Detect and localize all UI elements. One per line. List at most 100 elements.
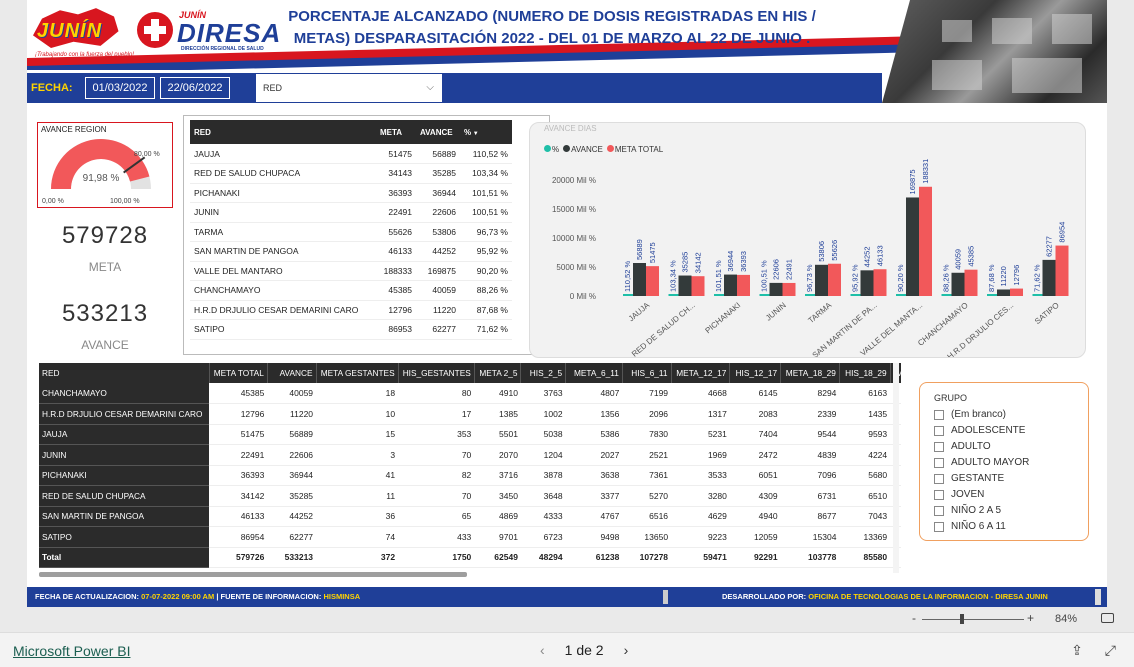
col-header-pct[interactable]: % ▼ <box>460 120 512 144</box>
share-icon[interactable]: ⇪ <box>1071 642 1083 659</box>
fit-to-page-icon[interactable] <box>1101 613 1114 623</box>
table-row[interactable]: SATIPO 86953 62277 71,62 % <box>190 319 512 340</box>
grupo-option[interactable]: (Em branco) <box>934 409 1006 420</box>
table-cell: 36393 <box>209 465 268 486</box>
table-row[interactable]: VALLE DEL MANTARO 188333 169875 90,20 % <box>190 261 512 281</box>
col-header[interactable]: HIS_12_17 <box>729 363 782 383</box>
checkbox-icon[interactable] <box>934 441 944 452</box>
table-cell: 6510 <box>839 485 891 507</box>
cell-pct: 101,51 % <box>460 183 512 203</box>
checkbox-icon[interactable] <box>934 521 944 532</box>
table-row[interactable]: JUNIN 22491 22606 100,51 % <box>190 202 512 223</box>
table-cell: 80 <box>398 383 475 404</box>
table-cell: 40059 <box>267 383 317 404</box>
checkbox-icon[interactable] <box>934 505 944 516</box>
col-header[interactable]: META_18_29 <box>780 363 840 383</box>
col-header-red[interactable]: RED <box>190 120 376 144</box>
diresa-logo: JUNÍN DIRESA DIRECCIÓN REGIONAL DE SALUD <box>137 10 280 58</box>
col-header[interactable]: RED <box>39 363 210 383</box>
previous-page-icon[interactable]: ‹ <box>540 642 545 658</box>
table-cell: 353 <box>398 424 475 445</box>
grupo-option[interactable]: NIÑO 6 A 11 <box>934 521 1006 532</box>
table-row[interactable]: JUNIN 22491 22606 3 70 2070 1204 2027 2521 1969 24… <box>39 444 901 466</box>
table-cell: 46133 <box>209 506 268 527</box>
table-cell: 2472 <box>729 444 781 466</box>
table-cell: 3878 <box>520 465 566 486</box>
table-cell: 15304 <box>780 526 840 548</box>
col-header[interactable]: META 2_5 <box>474 363 522 383</box>
detail-table-vertical-scrollbar[interactable] <box>893 363 899 573</box>
col-header[interactable]: META_12_17 <box>671 363 731 383</box>
data-label-pct: 87,68 % <box>987 264 996 292</box>
table-cell: 8677 <box>780 506 840 527</box>
col-header[interactable]: AVANCE <box>267 363 317 383</box>
total-cell: 62549 <box>474 546 521 568</box>
red-dropdown[interactable]: RED ⌵ <box>256 74 442 102</box>
table-row[interactable]: H.R.D DRJULIO CESAR DEMARINI CARO 12796 11… <box>190 300 512 320</box>
table-cell: 70 <box>398 485 475 507</box>
fullscreen-icon[interactable]: ⤢ <box>1105 642 1116 659</box>
table-row[interactable]: JAUJA 51475 56889 15 353 5501 5038 5386 7830 5231… <box>39 424 901 445</box>
date-from-input[interactable]: 01/03/2022 <box>85 77 155 99</box>
grupo-option-label: GESTANTE <box>951 473 1005 484</box>
table-cell: 7199 <box>622 383 672 404</box>
table-row[interactable]: CHANCHAMAYO 45385 40059 88,26 % <box>190 280 512 301</box>
gauge-target-label: 80,00 % <box>134 151 160 158</box>
grupo-option[interactable]: ADULTO MAYOR <box>934 457 1029 468</box>
table-row[interactable]: JAUJA 51475 56889 110,52 % <box>190 144 512 164</box>
table-row[interactable]: SATIPO 86954 62277 74 433 9701 6723 9498 13650 92… <box>39 526 901 548</box>
checkbox-icon[interactable] <box>934 409 944 420</box>
detail-table-horizontal-scrollbar[interactable] <box>39 572 467 577</box>
zoom-slider-thumb[interactable] <box>960 614 964 624</box>
table-row[interactable]: H.R.D DRJULIO CESAR DEMARINI CARO 12796 11… <box>39 403 901 425</box>
col-header[interactable]: HIS_2_5 <box>520 363 567 383</box>
zoom-out-button[interactable]: - <box>912 611 916 625</box>
table-row[interactable]: SAN MARTIN DE PANGOA 46133 44252 95,92 % <box>190 241 512 262</box>
table-row[interactable]: TARMA 55626 53806 96,73 % <box>190 222 512 242</box>
checkbox-icon[interactable] <box>934 473 944 484</box>
checkbox-icon[interactable] <box>934 457 944 468</box>
footer-scroll-handle[interactable] <box>663 590 668 604</box>
table-cell: 3450 <box>474 485 521 507</box>
data-label-pct: 103,34 % <box>669 260 678 292</box>
data-label-meta-total: 12796 <box>1012 265 1021 286</box>
data-label-avance: 11220 <box>999 266 1008 286</box>
table-row[interactable]: RED DE SALUD CHUPACA 34142 35285 11 70 3450 36… <box>39 485 901 507</box>
footer-scroll-handle-right[interactable] <box>1095 589 1101 605</box>
cell-red: VALLE DEL MANTARO <box>190 261 376 281</box>
col-header-meta[interactable]: META <box>376 120 416 144</box>
table-cell: 2096 <box>622 403 672 425</box>
table-row[interactable]: SAN MARTIN DE PANGOA 46133 44252 36 65 4869 43… <box>39 506 901 527</box>
table-row[interactable]: CHANCHAMAYO 45385 40059 18 80 4910 3763 4807 719… <box>39 383 901 404</box>
table-cell: 3 <box>316 444 399 466</box>
grupo-slicer: GRUPO (Em branco) ADOLESCENTE ADULTO ADULTO… <box>919 382 1089 541</box>
grupo-option[interactable]: GESTANTE <box>934 473 1004 484</box>
col-header[interactable]: META GESTANTES <box>316 363 399 383</box>
powerbi-link[interactable]: Microsoft Power BI <box>13 643 130 659</box>
col-header[interactable]: HIS_18_29 <box>839 363 891 383</box>
date-to-input[interactable]: 22/06/2022 <box>160 77 230 99</box>
table-cell: 82 <box>398 465 475 486</box>
table-row[interactable]: PICHANAKI 36393 36944 101,51 % <box>190 183 512 203</box>
grupo-option[interactable]: ADOLESCENTE <box>934 425 1025 436</box>
col-header[interactable]: HIS_GESTANTES <box>398 363 475 383</box>
table-row[interactable]: PICHANAKI 36393 36944 41 82 3716 3878 3638 7361 3… <box>39 465 901 486</box>
checkbox-icon[interactable] <box>934 489 944 500</box>
grupo-option[interactable]: NIÑO 2 A 5 <box>934 505 1001 516</box>
next-page-icon[interactable]: › <box>624 642 629 658</box>
zoom-slider-track[interactable] <box>922 619 1024 620</box>
bar-meta-total <box>964 269 978 296</box>
table-row[interactable]: RED DE SALUD CHUPACA 34143 35285 103,34 % <box>190 163 512 184</box>
y-tick-label: 10000 Mil % <box>552 234 596 243</box>
total-label: Total <box>39 546 210 568</box>
cell-avance: 35285 <box>416 163 460 184</box>
grupo-option[interactable]: JOVEN <box>934 489 984 500</box>
zoom-in-button[interactable]: + <box>1027 611 1034 625</box>
col-header[interactable]: HIS_6_11 <box>622 363 672 383</box>
col-header[interactable]: META_6_11 <box>565 363 623 383</box>
col-header-avance[interactable]: AVANCE <box>416 120 460 144</box>
checkbox-icon[interactable] <box>934 425 944 436</box>
col-header[interactable]: META TOTAL <box>209 363 268 383</box>
bar-pct <box>668 294 679 296</box>
grupo-option[interactable]: ADULTO <box>934 441 991 452</box>
